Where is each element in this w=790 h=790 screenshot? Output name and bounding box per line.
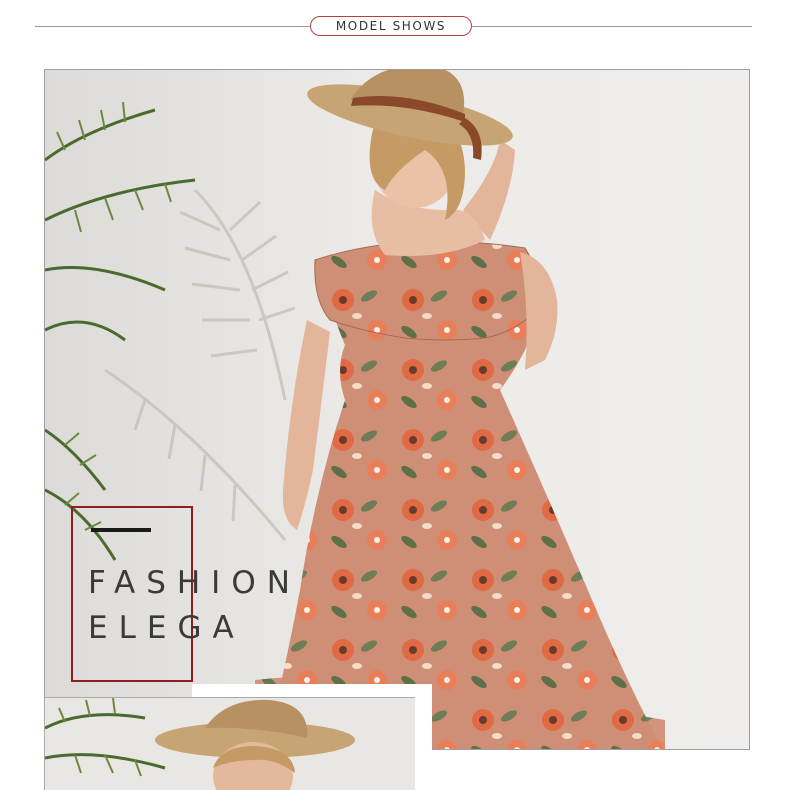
overlay-black-bar (91, 528, 151, 532)
overlay-text-line1: FASHION (88, 565, 301, 601)
white-gap-strip-vertical (415, 684, 432, 789)
second-model-photo[interactable] (44, 697, 416, 790)
section-title-pill: MODEL SHOWS (310, 16, 472, 36)
header-line-right (472, 26, 752, 27)
header-line-left (35, 26, 311, 27)
section-title: MODEL SHOWS (335, 19, 447, 33)
overlay-text-line2: ELEGA (88, 610, 245, 646)
white-gap-strip (192, 684, 432, 697)
